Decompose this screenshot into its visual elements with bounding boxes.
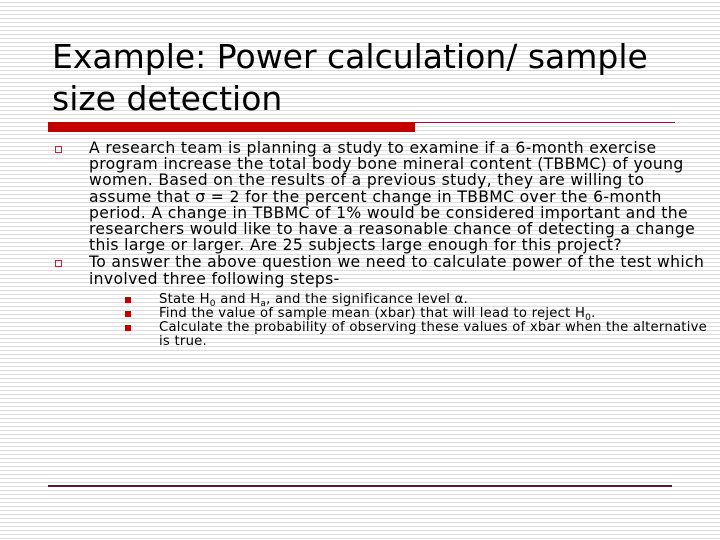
title-accent-bar: [48, 122, 415, 132]
bullet-text: To answer the above question we need to …: [89, 253, 705, 288]
sub-bullet-text: Find the value of sample mean (xbar) tha…: [159, 306, 596, 324]
sub-bullet-text: State H0 and Ha, and the significance le…: [159, 291, 469, 309]
filled-square-bullet-icon: [125, 296, 131, 303]
bullet-item: To answer the above question we need to …: [52, 254, 712, 349]
bullet-text: A research team is planning a study to e…: [89, 139, 696, 255]
title-underline: [415, 122, 675, 123]
sub-bullet-text: Calculate the probability of observing t…: [159, 320, 708, 350]
sub-bullet-item: Find the value of sample mean (xbar) tha…: [89, 306, 712, 324]
sub-bullet-item: State H0 and Ha, and the significance le…: [89, 291, 712, 309]
bullet-item: A research team is planning a study to e…: [52, 140, 712, 253]
sub-bullet-item: Calculate the probability of observing t…: [89, 321, 712, 349]
footer-rule: [48, 485, 672, 487]
hollow-square-bullet-icon: [55, 260, 62, 268]
bullet-list: A research team is planning a study to e…: [52, 140, 712, 351]
slide-title: Example: Power calculation/ sample size …: [52, 37, 648, 118]
sub-bullet-list: State H0 and Ha, and the significance le…: [89, 291, 712, 350]
filled-square-bullet-icon: [125, 311, 131, 318]
filled-square-bullet-icon: [125, 325, 131, 332]
hollow-square-bullet-icon: [55, 146, 62, 153]
